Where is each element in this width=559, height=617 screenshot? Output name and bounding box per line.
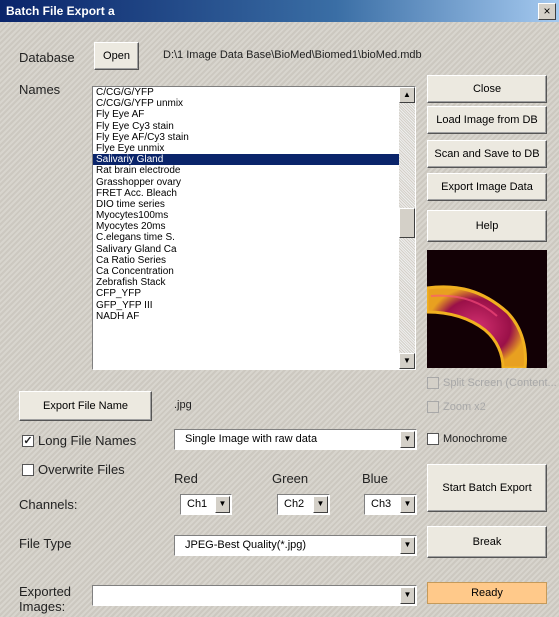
long-file-names-checkbox[interactable]: ✓ Long File Names: [22, 433, 136, 448]
list-item[interactable]: DIO time series: [93, 199, 399, 210]
export-image-data-button[interactable]: Export Image Data: [427, 173, 547, 201]
red-channel-label: Red: [174, 471, 198, 486]
image-mode-select[interactable]: Single Image with raw data ▼: [174, 429, 417, 450]
zoom-checkbox: Zoom x2: [427, 401, 486, 413]
salivary-gland-image: [427, 285, 527, 368]
monochrome-checkbox[interactable]: Monochrome: [427, 433, 507, 445]
help-button[interactable]: Help: [427, 210, 547, 242]
list-item[interactable]: Salivary Gland Ca: [93, 244, 399, 255]
list-item[interactable]: Rat brain electrode: [93, 165, 399, 176]
list-item[interactable]: GFP_YFP III: [93, 300, 399, 311]
break-button[interactable]: Break: [427, 526, 547, 558]
list-item[interactable]: NADH AF: [93, 311, 399, 322]
window-close-button[interactable]: ×: [538, 3, 556, 20]
close-button[interactable]: Close: [427, 75, 547, 103]
list-item[interactable]: C/CG/G/YFP: [93, 87, 399, 98]
overwrite-files-checkbox[interactable]: Overwrite Files: [22, 462, 125, 477]
list-item[interactable]: Grasshopper ovary: [93, 177, 399, 188]
names-scrollbar[interactable]: ▲ ▼: [399, 87, 415, 369]
file-type-select[interactable]: JPEG-Best Quality(*.jpg) ▼: [174, 535, 417, 556]
names-list-items: C/CG/G/YFP C/CG/G/YFP unmix Fly Eye AF Fly …: [93, 87, 399, 322]
window-title: Batch File Export a: [6, 4, 115, 18]
dropdown-arrow-icon[interactable]: ▼: [400, 587, 415, 604]
list-item[interactable]: C.elegans time S.: [93, 232, 399, 243]
channels-label: Channels:: [19, 497, 78, 512]
green-channel-select[interactable]: Ch2 ▼: [277, 494, 330, 515]
list-item[interactable]: Fly Eye AF: [93, 109, 399, 120]
batch-export-window: Batch File Export a × Database Open D:\1…: [0, 0, 559, 617]
list-item[interactable]: Fly Eye Cy3 stain: [93, 121, 399, 132]
list-item[interactable]: Myocytes100ms: [93, 210, 399, 221]
dropdown-arrow-icon[interactable]: ▼: [400, 537, 415, 554]
scroll-thumb[interactable]: [399, 208, 415, 238]
file-type-label: File Type: [19, 536, 72, 551]
list-item[interactable]: Zebrafish Stack: [93, 277, 399, 288]
list-item[interactable]: Salivariy Gland: [93, 154, 399, 166]
exported-images-select[interactable]: ▼: [92, 585, 417, 606]
exported-label-line2: Images:: [19, 599, 66, 614]
file-extension: .jpg: [174, 399, 192, 411]
green-channel-label: Green: [272, 471, 309, 486]
load-image-button[interactable]: Load Image from DB: [427, 106, 547, 134]
check-icon: ✓: [22, 434, 34, 447]
title-bar[interactable]: Batch File Export a ×: [0, 0, 559, 22]
dropdown-arrow-icon[interactable]: ▼: [313, 496, 328, 513]
start-batch-export-button[interactable]: Start Batch Export: [427, 464, 547, 512]
list-item[interactable]: Ca Concentration: [93, 266, 399, 277]
red-channel-select[interactable]: Ch1 ▼: [180, 494, 232, 515]
dropdown-arrow-icon[interactable]: ▼: [400, 496, 415, 513]
database-path: D:\1 Image Data Base\BioMed\Biomed1\bioM…: [163, 49, 422, 61]
blue-channel-label: Blue: [362, 471, 389, 486]
list-item[interactable]: FRET Acc. Bleach: [93, 188, 399, 199]
exported-label-line1: Exported: [19, 584, 72, 599]
list-item[interactable]: C/CG/G/YFP unmix: [93, 98, 399, 109]
list-item[interactable]: Ca Ratio Series: [93, 255, 399, 266]
names-label: Names: [19, 82, 61, 97]
list-item[interactable]: CFP_YFP: [93, 288, 399, 299]
list-item[interactable]: Flye Eye unmix: [93, 143, 399, 154]
image-preview: [427, 250, 547, 368]
dropdown-arrow-icon[interactable]: ▼: [215, 496, 230, 513]
blue-channel-select[interactable]: Ch3 ▼: [364, 494, 417, 515]
open-database-button[interactable]: Open: [94, 42, 139, 70]
split-screen-checkbox: Split Screen (Content...: [427, 377, 557, 389]
status-indicator: Ready: [427, 582, 547, 604]
scroll-down-icon[interactable]: ▼: [399, 353, 415, 369]
scroll-up-icon[interactable]: ▲: [399, 87, 415, 103]
scan-save-button[interactable]: Scan and Save to DB: [427, 140, 547, 168]
export-file-name-button[interactable]: Export File Name: [19, 391, 152, 421]
names-listbox[interactable]: C/CG/G/YFP C/CG/G/YFP unmix Fly Eye AF Fly …: [92, 86, 416, 370]
list-item[interactable]: Fly Eye AF/Cy3 stain: [93, 132, 399, 143]
dropdown-arrow-icon[interactable]: ▼: [400, 431, 415, 448]
database-label: Database: [19, 50, 75, 65]
list-item[interactable]: Myocytes 20ms: [93, 221, 399, 232]
